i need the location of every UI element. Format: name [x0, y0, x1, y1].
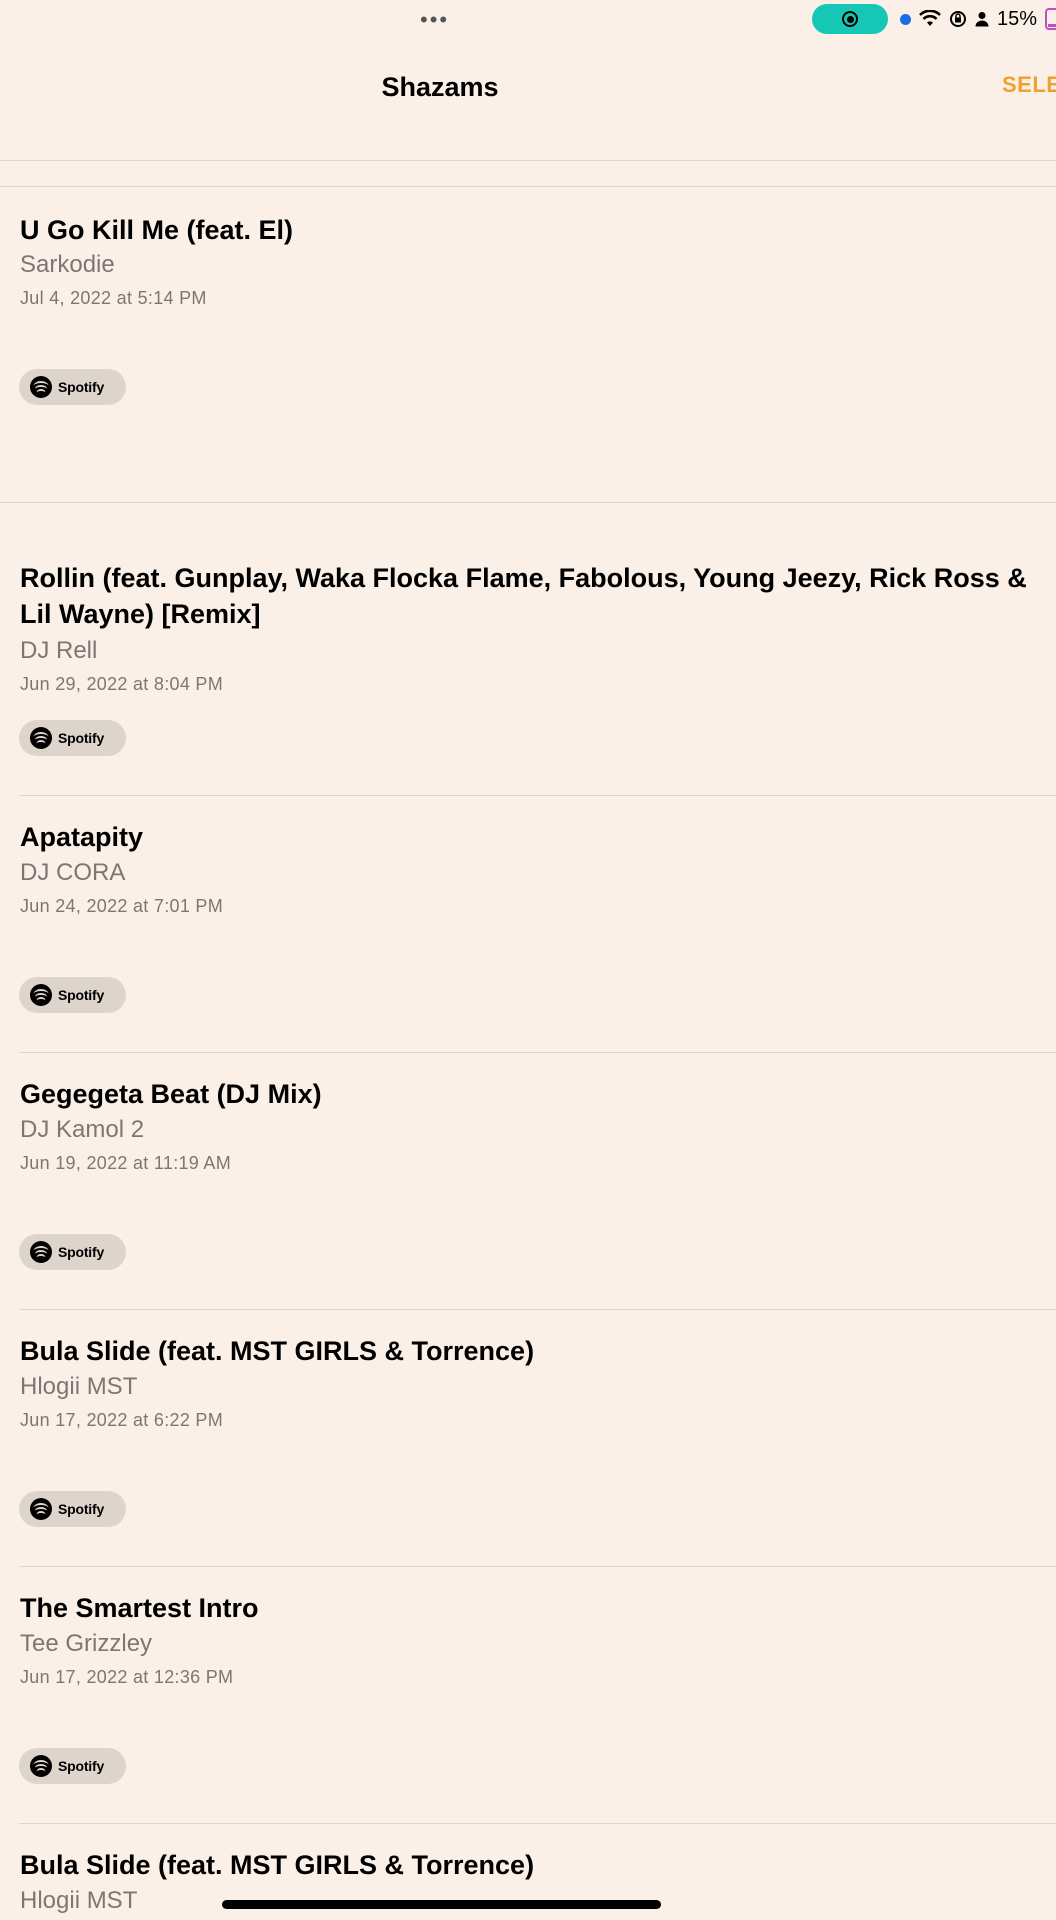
screen-recording-indicator[interactable] [812, 4, 888, 34]
select-button[interactable]: SELECT [1002, 72, 1056, 98]
spotify-icon [30, 1755, 52, 1777]
shazam-date: Jun 24, 2022 at 7:01 PM [20, 896, 224, 916]
spotify-icon [30, 376, 52, 398]
spotify-label: Spotify [58, 1501, 105, 1517]
spotify-button[interactable]: Spotify [19, 977, 126, 1013]
spotify-icon [30, 1241, 52, 1263]
battery-icon [1045, 8, 1056, 30]
wifi-icon [919, 10, 941, 26]
person-icon [975, 12, 989, 27]
song-title: Bula Slide (feat. MST GIRLS & Torrence) [20, 1336, 535, 1366]
shazam-date: Jul 4, 2022 at 5:14 PM [20, 288, 207, 308]
spotify-label: Spotify [58, 1758, 105, 1774]
spotify-label: Spotify [58, 1244, 105, 1260]
artist-name: DJ Kamol 2 [20, 1116, 145, 1143]
spotify-icon [30, 1498, 52, 1520]
shazams-screen: ••• 15% Shazams SELEC [0, 0, 1056, 1920]
song-title: The Smartest Intro [20, 1593, 259, 1623]
shazam-date: Jun 17, 2022 at 12:36 PM [20, 1667, 234, 1687]
song-title: Bula Slide (feat. MST GIRLS & Torrence) [20, 1850, 535, 1880]
status-bar: ••• 15% [0, 0, 1056, 40]
divider [0, 160, 1056, 161]
shazam-date: Jun 19, 2022 at 11:19 AM [20, 1153, 232, 1173]
artist-name: DJ CORA [20, 859, 126, 886]
spotify-label: Spotify [58, 379, 105, 395]
artist-name: DJ Rell [20, 637, 98, 664]
spotify-label: Spotify [58, 730, 105, 746]
status-icons: 15% [900, 6, 1056, 32]
spotify-button[interactable]: Spotify [19, 369, 126, 405]
spotify-icon [30, 984, 52, 1006]
navigation-bar: Shazams SELECT [0, 40, 1056, 160]
spotify-label: Spotify [58, 987, 105, 1003]
record-icon [842, 11, 858, 27]
spotify-button[interactable]: Spotify [19, 1748, 126, 1784]
shazam-date: Jun 29, 2022 at 8:04 PM [20, 674, 224, 694]
song-title: U Go Kill Me (feat. El) [20, 215, 294, 245]
spotify-button[interactable]: Spotify [19, 1491, 126, 1527]
spotify-icon [30, 727, 52, 749]
orientation-lock-icon [950, 11, 966, 27]
artist-name: Tee Grizzley [20, 1630, 153, 1657]
location-dot-icon [900, 13, 911, 25]
battery-percentage: 15% [997, 7, 1038, 30]
shazam-list-item[interactable]: The Smartest Intro Tee Grizzley Jun 17, … [0, 1566, 1056, 1823]
song-title: Apatapity [20, 822, 144, 852]
artist-name: Hlogii MST [20, 1373, 138, 1400]
song-title: Rollin (feat. Gunplay, Waka Flocka Flame… [20, 563, 1027, 629]
page-title: Shazams [381, 72, 499, 102]
shazam-date: Jun 17, 2022 at 6:22 PM [20, 1410, 224, 1430]
artist-name: Hlogii MST [20, 1887, 138, 1914]
shazam-list-item[interactable]: Gegegeta Beat (DJ Mix) DJ Kamol 2 Jun 19… [0, 1052, 1056, 1309]
spotify-button[interactable]: Spotify [19, 720, 126, 756]
shazam-list-item[interactable]: Apatapity DJ CORA Jun 24, 2022 at 7:01 P… [0, 795, 1056, 1052]
shazam-list-item[interactable]: U Go Kill Me (feat. El) Sarkodie Jul 4, … [0, 186, 1056, 502]
song-title: Gegegeta Beat (DJ Mix) [20, 1079, 322, 1109]
shazam-list-item[interactable]: Rollin (feat. Gunplay, Waka Flocka Flame… [0, 502, 1056, 795]
artist-name: Sarkodie [20, 251, 115, 278]
spotify-button[interactable]: Spotify [19, 1234, 126, 1270]
multitasking-dots-icon[interactable]: ••• [420, 9, 449, 31]
home-indicator[interactable] [222, 1900, 661, 1909]
shazam-list-item[interactable]: Bula Slide (feat. MST GIRLS & Torrence) … [0, 1309, 1056, 1566]
